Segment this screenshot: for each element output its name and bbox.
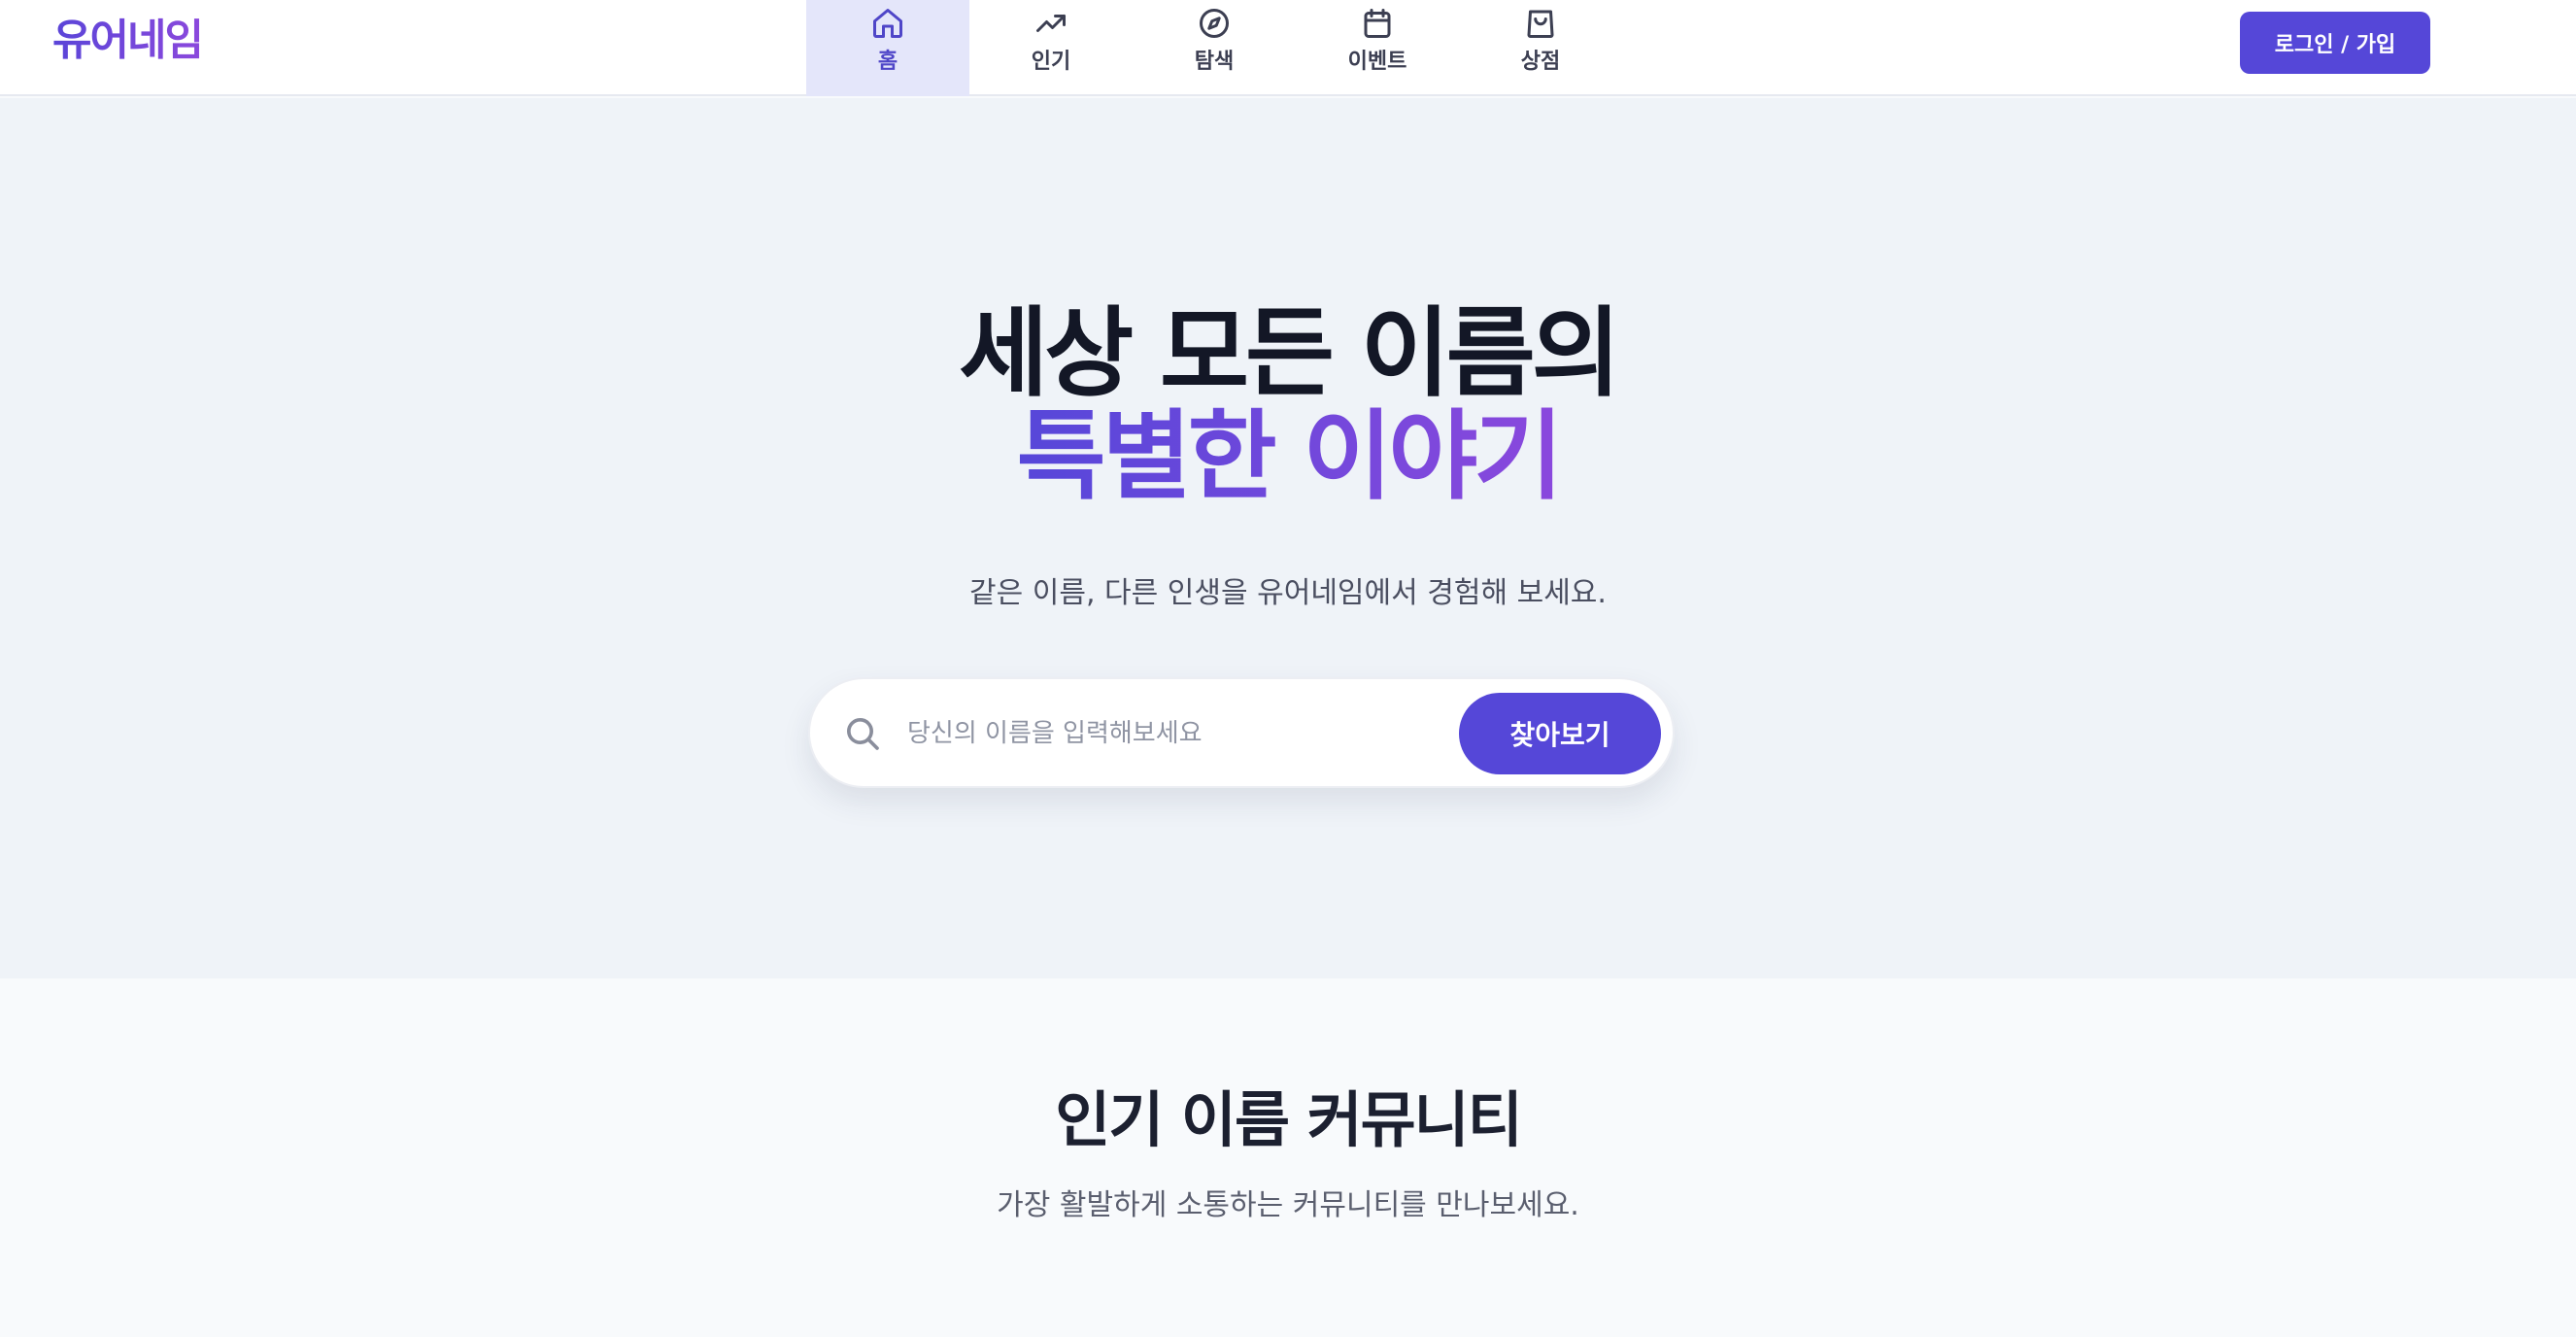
nav-label-shop: 상점 — [1520, 50, 1561, 74]
search-button[interactable]: 찾아보기 — [1459, 693, 1661, 774]
nav-item-home[interactable]: 홈 — [806, 0, 969, 96]
logo[interactable]: 유어네임 — [52, 14, 204, 68]
section-subtitle: 가장 활발하게 소통하는 커뮤니티를 만나보세요. — [997, 1188, 1579, 1222]
name-search-input[interactable] — [907, 708, 1432, 759]
community-section: 인기 이름 커뮤니티 가장 활발하게 소통하는 커뮤니티를 만나보세요. — [0, 978, 2576, 1337]
home-icon — [873, 9, 902, 38]
nav-label-popular: 인기 — [1031, 50, 1071, 74]
shopping-bag-icon — [1527, 10, 1554, 38]
trending-icon — [1036, 15, 1066, 32]
nav-item-explore[interactable]: 탐색 — [1133, 0, 1296, 96]
section-title: 인기 이름 커뮤니티 — [1055, 1084, 1523, 1155]
hero-title-line2: 특별한 이야기 — [1016, 399, 1564, 513]
login-signup-button[interactable]: 로그인 / 가입 — [2240, 12, 2430, 74]
main-nav: 홈 인기 탐색 이벤트 상점 — [806, 0, 1622, 96]
nav-item-popular[interactable]: 인기 — [969, 0, 1133, 96]
nav-label-explore: 탐색 — [1194, 50, 1235, 74]
calendar-icon — [1364, 9, 1391, 38]
search-bar: 찾아보기 — [808, 677, 1675, 788]
hero-title: 세상 모든 이름의 특별한 이야기 — [0, 302, 2576, 508]
hero-subtitle: 같은 이름, 다른 인생을 유어네임에서 경험해 보세요. — [969, 576, 1607, 610]
hero-section: 세상 모든 이름의 특별한 이야기 같은 이름, 다른 인생을 유어네임에서 경… — [0, 98, 2576, 978]
search-icon — [843, 714, 882, 753]
hero-title-line1: 세상 모든 이름의 — [959, 296, 1621, 410]
top-header: 유어네임 홈 인기 탐색 이벤트 상점 로그인 / 가입 — [0, 0, 2576, 96]
nav-item-events[interactable]: 이벤트 — [1296, 0, 1459, 96]
nav-label-events: 이벤트 — [1347, 50, 1407, 74]
nav-label-home: 홈 — [877, 50, 898, 74]
compass-icon — [1200, 9, 1229, 38]
nav-item-shop[interactable]: 상점 — [1459, 0, 1622, 96]
